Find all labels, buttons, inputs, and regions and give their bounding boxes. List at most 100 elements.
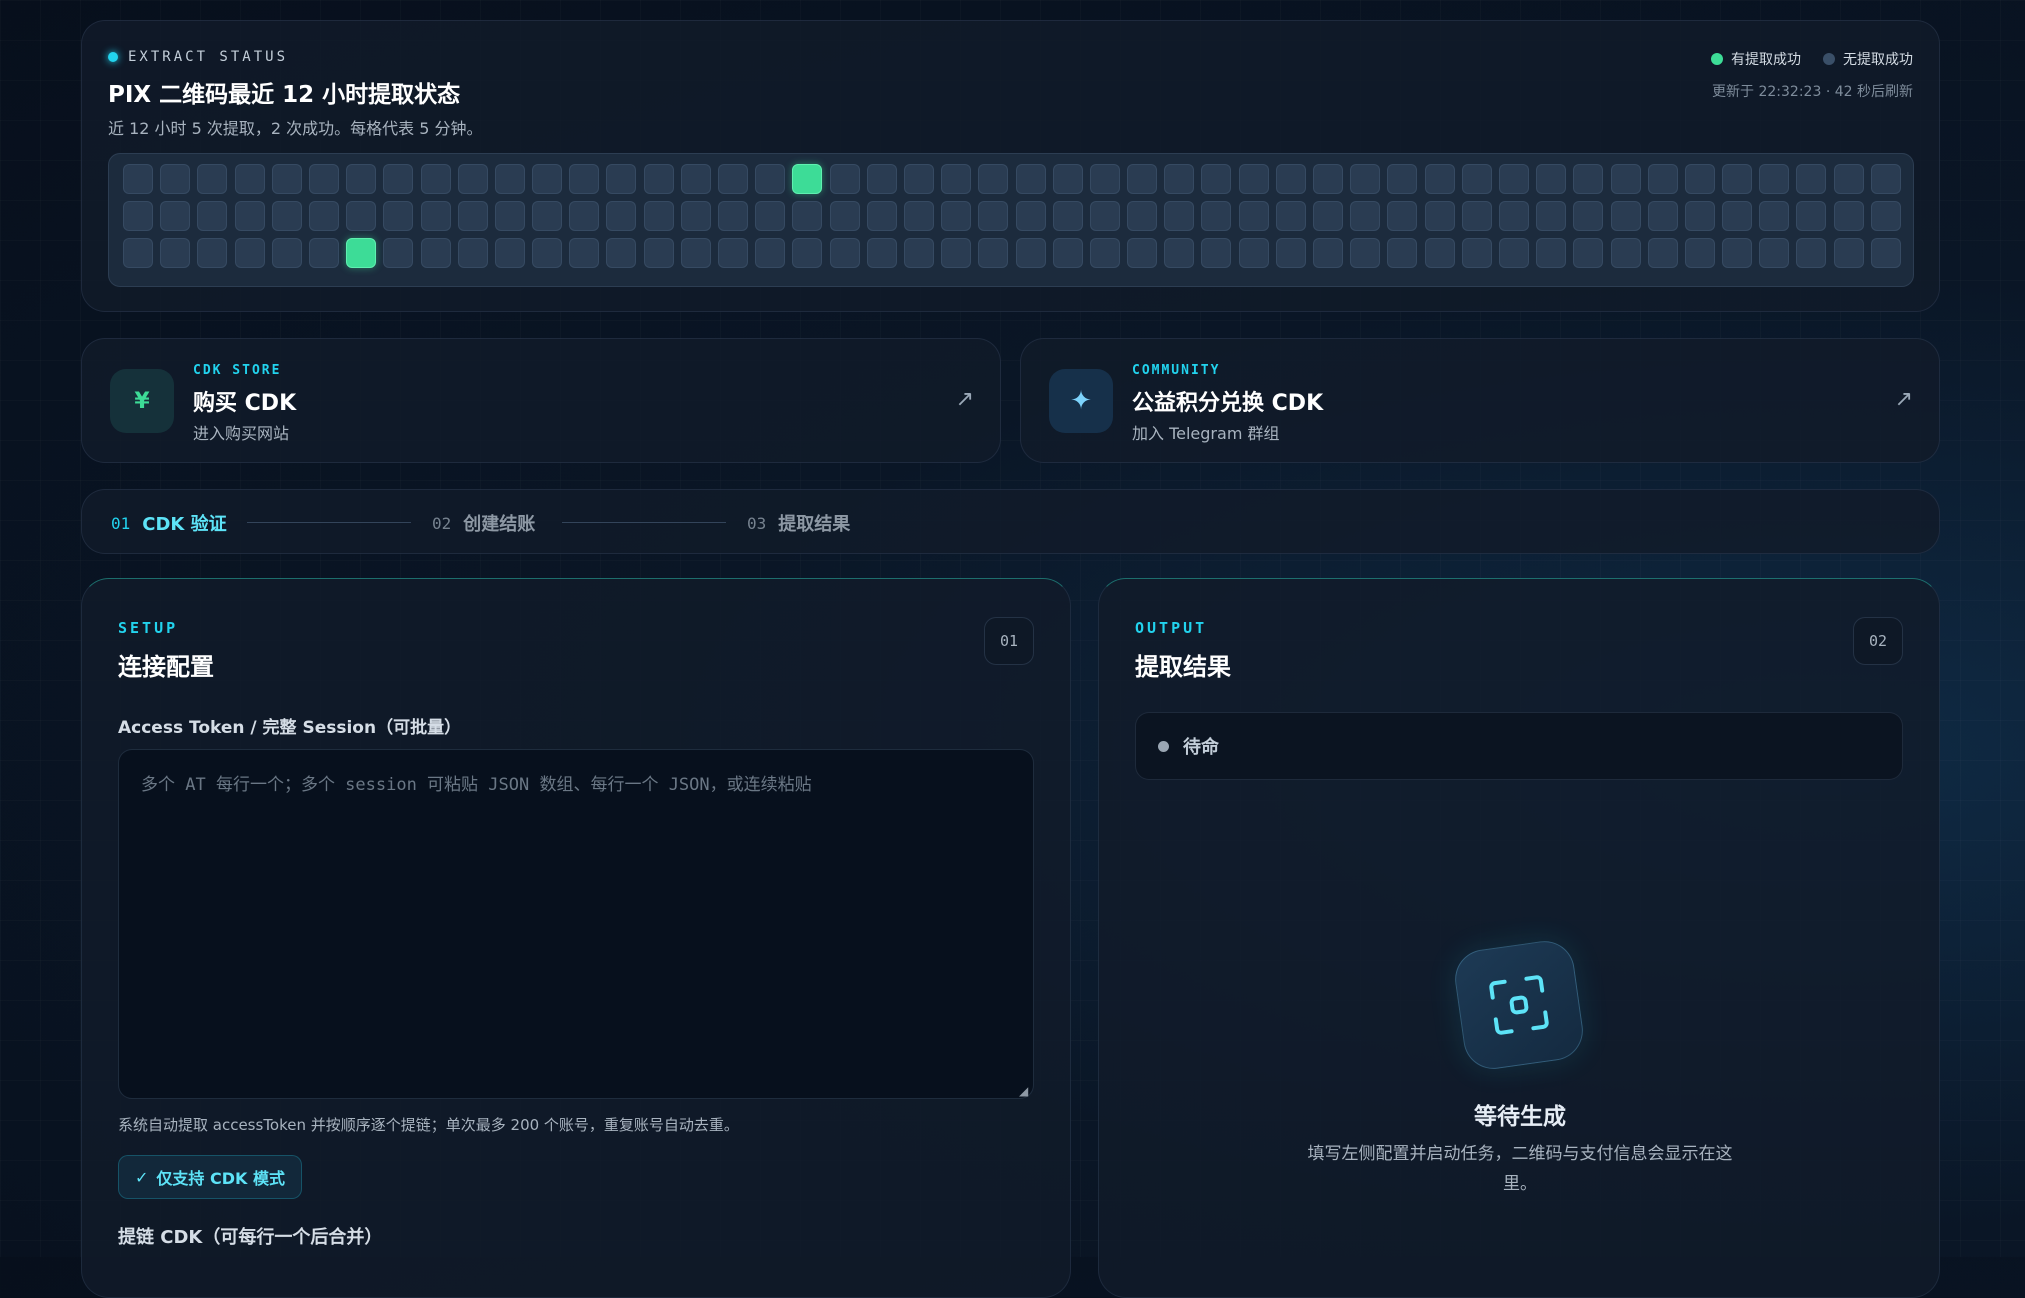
heatmap-cell	[1461, 238, 1492, 268]
cdk-mode-toggle[interactable]: ✓ 仅支持 CDK 模式	[118, 1155, 302, 1199]
heatmap-cell	[1350, 201, 1381, 231]
heatmap-cell	[1536, 201, 1567, 231]
heatmap-cell	[643, 164, 674, 194]
step-number: 03	[747, 513, 767, 533]
heatmap-cell-success	[792, 164, 823, 194]
heatmap-cell	[569, 164, 600, 194]
step-label: 创建结账	[463, 514, 536, 535]
heatmap-cell	[1275, 201, 1306, 231]
heatmap-cell	[606, 238, 637, 268]
setup-title: 连接配置	[118, 653, 214, 681]
heatmap-cell	[606, 164, 637, 194]
step-connector	[562, 522, 726, 523]
heatmap-cell	[1313, 164, 1343, 194]
setup-eyebrow: SETUP	[118, 619, 179, 637]
legend-success: 有提取成功	[1711, 49, 1801, 69]
heatmap-cell	[1796, 238, 1827, 268]
output-title: 提取结果	[1135, 653, 1231, 681]
heatmap-cell	[1498, 238, 1529, 268]
heatmap-cell	[1833, 201, 1864, 231]
heatmap-cell	[271, 238, 302, 268]
heatmap-cell	[494, 164, 525, 194]
heatmap-cell	[1275, 164, 1306, 194]
heatmap-legend: 有提取成功 无提取成功	[1711, 49, 1913, 69]
heatmap-cell	[532, 164, 563, 194]
step-cdk-verify[interactable]: 01 CDK 验证	[111, 510, 227, 536]
heatmap-cell	[234, 164, 265, 194]
heatmap-cell	[1536, 164, 1567, 194]
heatmap-cell	[1313, 201, 1343, 231]
heatmap-cell	[308, 238, 339, 268]
step-connector	[247, 522, 411, 523]
heatmap-cell	[1722, 238, 1753, 268]
heatmap-cell	[1015, 164, 1046, 194]
heatmap-cell	[1759, 201, 1790, 231]
legend-none-dot-icon	[1823, 53, 1835, 65]
heatmap-cell	[1164, 238, 1195, 268]
step-label: CDK 验证	[142, 514, 227, 535]
heatmap-cell	[494, 201, 525, 231]
heatmap-cell	[941, 164, 972, 194]
status-dot-icon	[108, 52, 118, 62]
heatmap-cell	[1015, 201, 1046, 231]
heatmap-cell	[457, 201, 488, 231]
heatmap-grid	[123, 164, 1901, 268]
heatmap-cell	[197, 238, 228, 268]
buy-title: 购买 CDK	[193, 391, 297, 416]
step-create-checkout[interactable]: 02 创建结账	[432, 510, 535, 536]
idle-dot-icon	[1158, 740, 1169, 752]
heatmap-cell	[680, 238, 711, 268]
heatmap-cell	[569, 238, 600, 268]
heatmap-cell	[978, 164, 1009, 194]
step-label: 提取结果	[778, 514, 851, 535]
heatmap-cell	[1424, 238, 1455, 268]
status-subtitle: 近 12 小时 5 次提取，2 次成功。每格代表 5 分钟。	[108, 119, 483, 138]
heatmap-cell	[718, 164, 748, 194]
output-eyebrow: OUTPUT	[1135, 619, 1208, 637]
heatmap-cell	[643, 238, 674, 268]
heatmap-cell	[1127, 238, 1158, 268]
heatmap-cell	[420, 238, 451, 268]
token-hint: 系统自动提取 accessToken 并按顺序逐个提链；单次最多 200 个账号…	[118, 1116, 739, 1134]
heatmap-cell	[1870, 164, 1901, 194]
heatmap-cell	[308, 201, 339, 231]
heatmap-cell	[1350, 238, 1381, 268]
heatmap-cell	[903, 164, 934, 194]
heatmap-cell	[494, 238, 525, 268]
heatmap-cell	[457, 164, 488, 194]
step-extract-result[interactable]: 03 提取结果	[747, 510, 850, 536]
heatmap-cell	[978, 238, 1009, 268]
output-panel: OUTPUT 提取结果 02 待命 等待生成 填写左侧配置并启动任务，二维码与支…	[1098, 578, 1940, 1298]
heatmap-cell	[903, 238, 934, 268]
external-link-icon: ↗	[955, 387, 974, 412]
resize-handle-icon[interactable]: ◢	[1019, 1084, 1031, 1098]
heatmap-cell	[123, 201, 153, 231]
heatmap-cell	[1610, 164, 1641, 194]
heatmap-cell	[755, 164, 786, 194]
step-number: 01	[111, 513, 131, 533]
token-input[interactable]	[118, 749, 1034, 1099]
heatmap-cell	[978, 201, 1009, 231]
heatmap-cell	[457, 238, 488, 268]
community-card[interactable]: ✦ COMMUNITY 公益积分兑换 CDK 加入 Telegram 群组 ↗	[1020, 338, 1940, 463]
heatmap-cell	[866, 238, 897, 268]
heatmap-cell	[1870, 238, 1901, 268]
heatmap-cell	[532, 238, 563, 268]
heatmap-cell	[1275, 238, 1306, 268]
heatmap-cell	[346, 201, 377, 231]
heatmap-cell	[1536, 238, 1567, 268]
heatmap-cell	[1833, 238, 1864, 268]
heatmap-cell	[569, 201, 600, 231]
buy-cdk-card[interactable]: ¥ CDK STORE 购买 CDK 进入购买网站 ↗	[81, 338, 1001, 463]
output-status-text: 待命	[1183, 737, 1219, 758]
status-heatmap	[108, 153, 1914, 287]
heatmap-cell	[1573, 238, 1604, 268]
heatmap-cell	[1759, 238, 1790, 268]
heatmap-cell	[1424, 164, 1455, 194]
heatmap-cell	[1833, 164, 1864, 194]
waiting-title: 等待生成	[1474, 1104, 1566, 1130]
heatmap-cell	[1870, 201, 1901, 231]
heatmap-cell	[1201, 238, 1232, 268]
heatmap-cell	[1350, 164, 1381, 194]
heatmap-cell	[1647, 238, 1678, 268]
